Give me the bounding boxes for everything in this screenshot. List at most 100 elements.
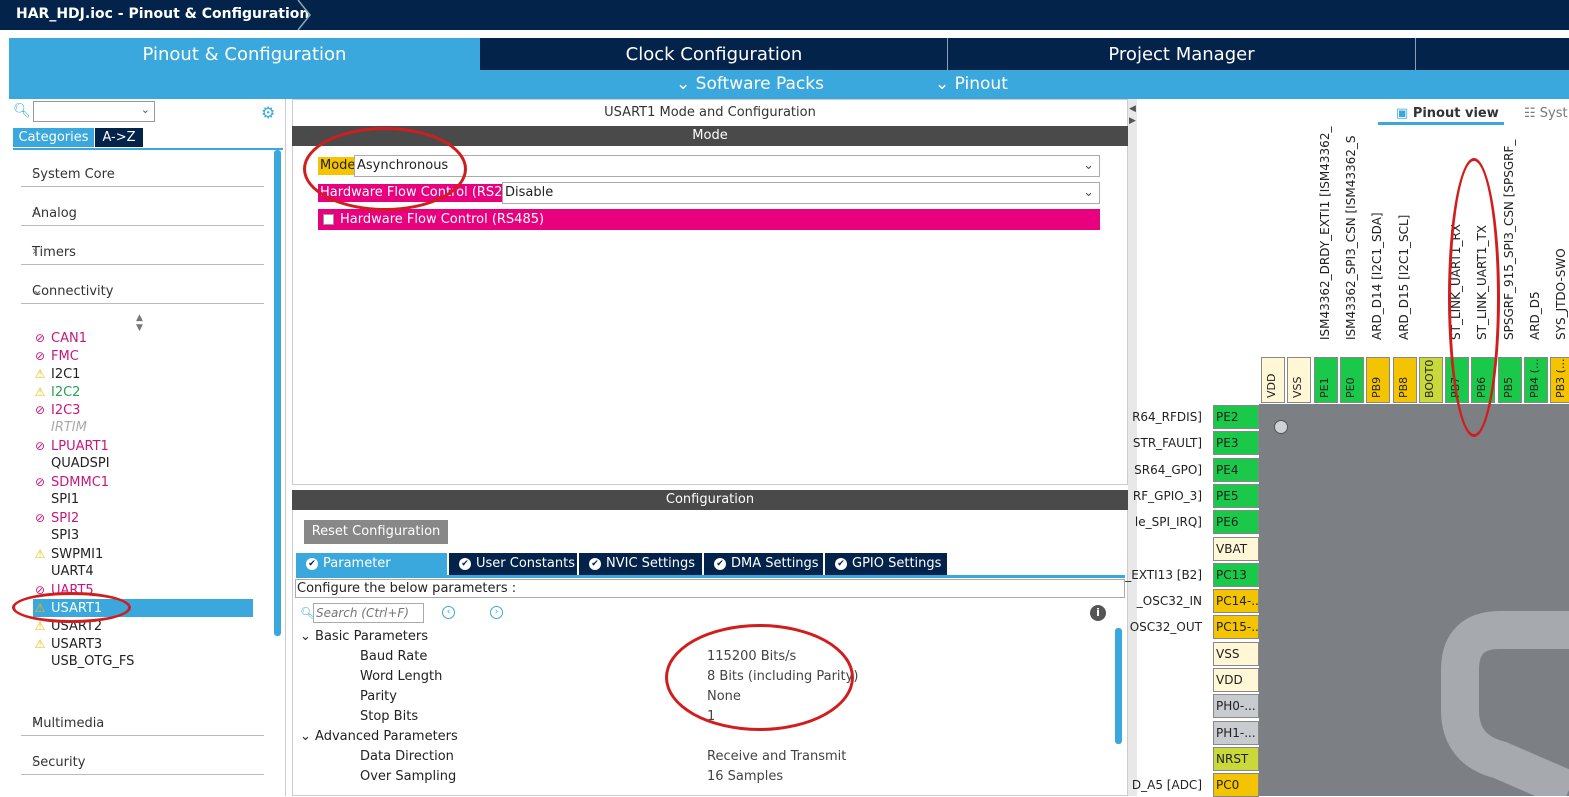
info-icon[interactable]: i	[1090, 605, 1106, 621]
tab-categories[interactable]: Categories	[13, 128, 94, 147]
section-connectivity[interactable]: Connectivity ⌄	[21, 280, 264, 304]
configuration-header: Configuration	[292, 490, 1128, 510]
tab-parameter-settings[interactable]: ✔ Parameter Settings	[296, 553, 447, 593]
gear-icon[interactable]: ⚙	[261, 103, 275, 122]
check-circle-icon: ✔	[306, 557, 318, 570]
check-circle-icon: ✔	[714, 557, 726, 570]
tab-project-manager[interactable]: Project Manager	[948, 38, 1415, 70]
section-timers[interactable]: Timers ›	[21, 241, 264, 265]
tab-pinout-view[interactable]: ▣ Pinout view	[1396, 106, 1499, 121]
list-item[interactable]: ⊘ LPUART1	[33, 437, 109, 455]
pin[interactable]: VDD	[1261, 357, 1285, 403]
pin[interactable]: PC15-...	[1213, 615, 1259, 640]
pin[interactable]: PE1	[1313, 357, 1338, 403]
chevron-down-icon: ⌄	[300, 729, 316, 744]
tab-dma-settings[interactable]: ✔ DMA Settings	[704, 553, 823, 575]
pin[interactable]: PE2	[1213, 405, 1259, 429]
section-security[interactable]: Security ›	[21, 751, 264, 775]
section-multimedia[interactable]: Multimedia ›	[21, 712, 264, 736]
parameter-group[interactable]: ⌄ Basic Parameters	[300, 629, 428, 644]
list-item[interactable]: ⊘ SDMMC1	[33, 473, 109, 491]
list-item[interactable]: IRTIM	[33, 419, 87, 437]
tab-clock-configuration[interactable]: Clock Configuration	[481, 38, 947, 70]
section-system-core[interactable]: System Core ›	[21, 163, 264, 187]
category-search-combo[interactable]: ⌄	[33, 101, 155, 122]
annotation-circle	[665, 624, 854, 731]
software-packs-menu[interactable]: ⌄ Software Packs	[676, 70, 824, 99]
pin[interactable]: VBAT	[1213, 536, 1259, 561]
parameter-group[interactable]: ⌄ Advanced Parameters	[300, 729, 458, 744]
previous-icon[interactable]: ‹	[442, 606, 455, 619]
pin-signal-text: ISM43362_SPI3_CSN [ISM43362_S	[1343, 135, 1358, 340]
list-item[interactable]: UART4	[33, 563, 94, 581]
pin[interactable]: PE0	[1339, 357, 1364, 403]
pin[interactable]: PE3	[1213, 431, 1259, 456]
pin[interactable]: PE4	[1213, 457, 1259, 482]
pin-name: PE0	[1343, 377, 1357, 398]
pin[interactable]: PB9	[1366, 357, 1391, 403]
pin[interactable]: VSS	[1213, 641, 1259, 666]
list-item-label: USB_OTG_FS	[51, 654, 135, 669]
warning-icon: ⚠	[34, 547, 46, 561]
list-item[interactable]: USB_OTG_FS	[33, 653, 134, 671]
pin[interactable]: PB4 (...	[1524, 357, 1548, 403]
disabled-icon: ⊘	[34, 331, 46, 345]
pin[interactable]: PE6	[1213, 510, 1259, 535]
tab-pinout-configuration[interactable]: Pinout & Configuration	[9, 38, 480, 70]
hfc232-select[interactable]: Disable ⌄	[502, 182, 1100, 204]
list-item[interactable]: ⊘ FMC	[33, 347, 79, 365]
pin[interactable]: PB8	[1392, 357, 1417, 403]
pin[interactable]: BOOT0	[1418, 357, 1443, 403]
chevron-right-icon: ›	[32, 715, 38, 730]
pin[interactable]: PH1-...	[1213, 720, 1259, 745]
list-item[interactable]: QUADSPI	[33, 455, 110, 473]
collapse-left-icon[interactable]: ◀	[1129, 104, 1136, 114]
chevron-right-icon: ›	[32, 754, 38, 769]
parameter-search-input[interactable]	[313, 603, 424, 623]
collapse-right-icon[interactable]: ▶	[1129, 116, 1136, 126]
pin[interactable]: VDD	[1213, 668, 1259, 692]
pin[interactable]: NRST	[1213, 746, 1259, 771]
list-item[interactable]: ⚠ I2C2	[33, 383, 81, 401]
list-item[interactable]: SPI1	[33, 491, 79, 509]
pin-name: PB8	[1396, 376, 1410, 398]
parameter-value[interactable]: Receive and Transmit	[707, 749, 846, 764]
list-item[interactable]: SPI3	[33, 527, 79, 545]
list-item[interactable]: ⚠ SWPMI1	[33, 545, 104, 563]
list-item[interactable]: ⊘ CAN1	[33, 329, 87, 347]
pin[interactable]: PC0	[1213, 773, 1259, 797]
tab-system-view[interactable]: ☷ Syst	[1524, 106, 1568, 121]
list-item[interactable]: ⊘ I2C3	[33, 401, 80, 419]
pinout-menu[interactable]: ⌄ Pinout	[935, 70, 1008, 99]
chevron-down-icon: ⌄	[676, 74, 696, 94]
tab-user-constants[interactable]: ✔ User Constants	[449, 553, 577, 575]
sort-icon[interactable]: ▲ ▼	[136, 313, 143, 333]
left-scrollbar[interactable]	[274, 150, 281, 636]
section-analog[interactable]: Analog ›	[21, 202, 264, 226]
pin[interactable]: PC13	[1213, 562, 1259, 587]
tab-nvic-settings[interactable]: ✔ NVIC Settings	[579, 553, 702, 575]
pin[interactable]: VSS	[1287, 357, 1312, 403]
parameter-scrollbar[interactable]	[1115, 628, 1122, 744]
pin[interactable]: PE5	[1213, 483, 1259, 508]
hfc485-checkbox[interactable]	[323, 214, 334, 225]
list-item[interactable]: ⚠ I2C1	[33, 365, 81, 383]
reset-configuration-button[interactable]: Reset Configuration	[304, 520, 448, 544]
list-item-label: I2C2	[51, 385, 81, 400]
annotation-circle	[1448, 158, 1500, 437]
chevron-right-icon: ›	[32, 205, 38, 220]
list-item[interactable]: ⊘ SPI2	[33, 509, 79, 527]
pin[interactable]: PB5	[1497, 357, 1522, 403]
tab-a-to-z[interactable]: A->Z	[95, 128, 143, 147]
next-icon[interactable]: ›	[490, 606, 503, 619]
tab-gpio-settings[interactable]: ✔ GPIO Settings	[825, 553, 947, 575]
pin-signal-text: SYS_JTDO-SWO	[1554, 248, 1569, 340]
pin[interactable]: PC14-...	[1213, 589, 1259, 614]
pin-name: PB3 (...	[1554, 358, 1568, 398]
list-item-label: FMC	[51, 349, 79, 364]
pin-signal-label: _OSC32_IN	[1136, 594, 1202, 609]
pin[interactable]: PB3 (...	[1550, 357, 1569, 403]
pin[interactable]: PH0-...	[1213, 694, 1259, 719]
parameter-value[interactable]: 16 Samples	[707, 769, 783, 784]
list-item[interactable]: ⚠ USART3	[33, 635, 103, 653]
